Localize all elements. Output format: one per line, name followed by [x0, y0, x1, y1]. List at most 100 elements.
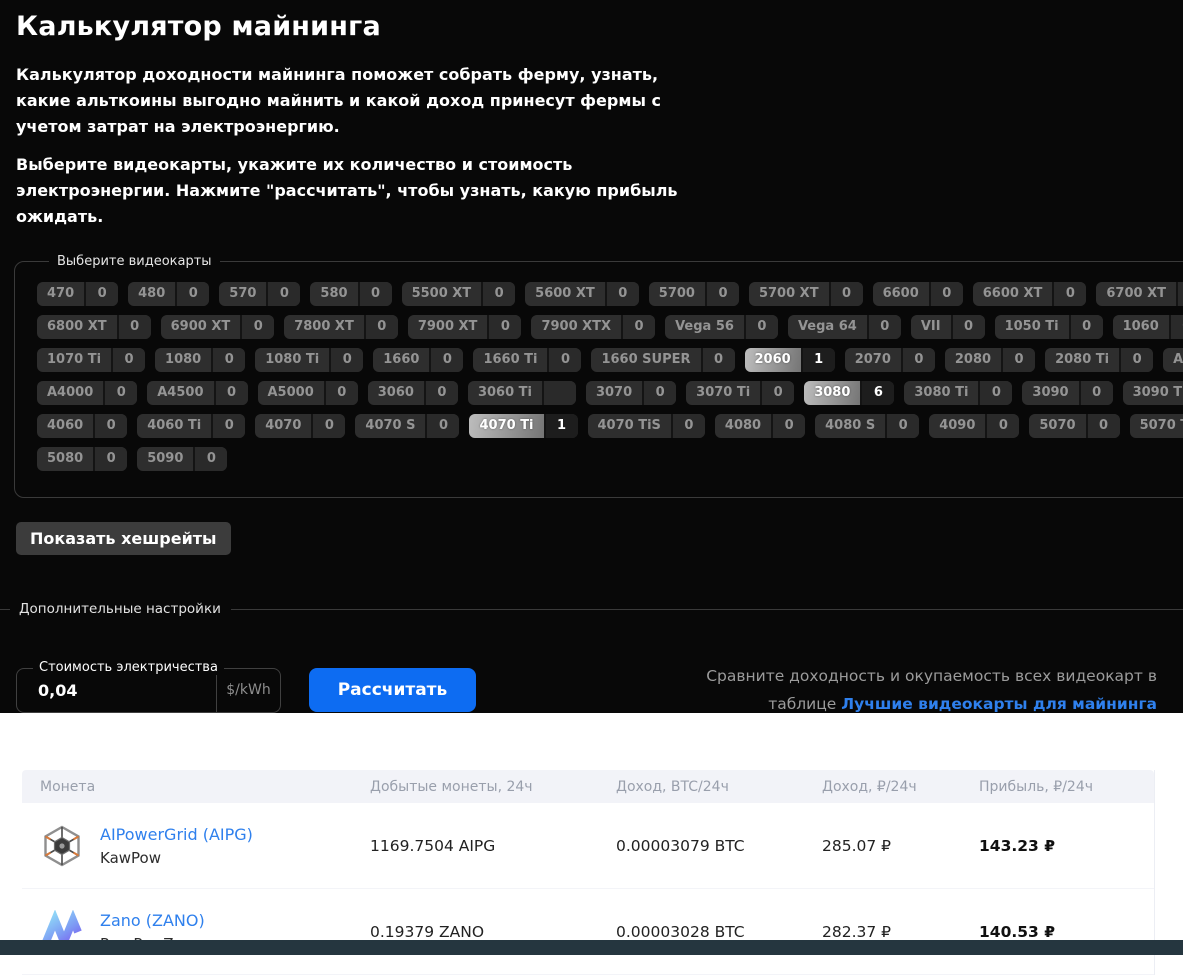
gpu-count-1080-ti[interactable]: 0 [329, 348, 363, 372]
gpu-count-6700-xt[interactable]: 0 [1176, 282, 1183, 306]
gpu-button-3080-ti[interactable]: 3080 Ti0 [904, 381, 1012, 405]
gpu-button-a5000[interactable]: A50000 [258, 381, 358, 405]
gpu-button-a4000[interactable]: A40000 [37, 381, 137, 405]
gpu-button-570[interactable]: 5700 [219, 282, 300, 306]
gpu-count-a4000[interactable]: 0 [103, 381, 137, 405]
gpu-label-3090[interactable]: 3090 [1022, 381, 1078, 405]
gpu-button-4070-s[interactable]: 4070 S0 [355, 414, 459, 438]
coin-link[interactable]: Zano (ZANO) [100, 911, 205, 930]
gpu-button-470[interactable]: 4700 [37, 282, 118, 306]
gpu-button-1660[interactable]: 16600 [373, 348, 463, 372]
gpu-button-6600-xt[interactable]: 6600 XT0 [973, 282, 1087, 306]
gpu-label-1660-super[interactable]: 1660 SUPER [591, 348, 700, 372]
gpu-label-7900-xt[interactable]: 7900 XT [408, 315, 488, 339]
gpu-button-2060[interactable]: 20601 [745, 348, 835, 372]
gpu-count-4070[interactable]: 0 [311, 414, 345, 438]
gpu-button-2080-ti[interactable]: 2080 Ti0 [1045, 348, 1153, 372]
gpu-count-7900-xtx[interactable]: 0 [621, 315, 655, 339]
gpu-label-3080-ti[interactable]: 3080 Ti [904, 381, 978, 405]
gpu-button-4080-s[interactable]: 4080 S0 [815, 414, 919, 438]
gpu-count-6600-xt[interactable]: 0 [1052, 282, 1086, 306]
gpu-label-6600-xt[interactable]: 6600 XT [973, 282, 1053, 306]
gpu-label-1660-ti[interactable]: 1660 Ti [473, 348, 547, 372]
gpu-count-4070-s[interactable]: 0 [425, 414, 459, 438]
gpu-label-5070[interactable]: 5070 [1029, 414, 1085, 438]
gpu-count-6600[interactable]: 0 [929, 282, 963, 306]
gpu-button-1060[interactable]: 10600 [1113, 315, 1183, 339]
gpu-count-5500-xt[interactable]: 0 [481, 282, 515, 306]
gpu-count-1070-ti[interactable]: 0 [111, 348, 145, 372]
gpu-count-1060[interactable]: 0 [1169, 315, 1183, 339]
gpu-label-4070-ti[interactable]: 4070 Ti [469, 414, 543, 438]
gpu-count-2060[interactable]: 1 [801, 348, 835, 372]
gpu-label-4070[interactable]: 4070 [255, 414, 311, 438]
gpu-count-2070[interactable]: 0 [901, 348, 935, 372]
gpu-count-6800-xt[interactable]: 0 [117, 315, 151, 339]
gpu-label-3060-ti[interactable]: 3060 Ti [468, 381, 542, 405]
gpu-button-6800-xt[interactable]: 6800 XT0 [37, 315, 151, 339]
gpu-label-1050-ti[interactable]: 1050 Ti [995, 315, 1069, 339]
gpu-label-4080[interactable]: 4080 [715, 414, 771, 438]
gpu-button-vega-56[interactable]: Vega 560 [665, 315, 778, 339]
gpu-count-vii[interactable]: 0 [951, 315, 985, 339]
gpu-button-6600[interactable]: 66000 [873, 282, 963, 306]
gpu-count-3090[interactable]: 0 [1079, 381, 1113, 405]
gpu-label-5700[interactable]: 5700 [649, 282, 705, 306]
gpu-count-3070[interactable]: 0 [642, 381, 676, 405]
gpu-label-1080-ti[interactable]: 1080 Ti [255, 348, 329, 372]
gpu-label-2080[interactable]: 2080 [945, 348, 1001, 372]
gpu-label-3060[interactable]: 3060 [368, 381, 424, 405]
gpu-button-5700-xt[interactable]: 5700 XT0 [749, 282, 863, 306]
gpu-button-480[interactable]: 4800 [128, 282, 209, 306]
gpu-button-3060-ti[interactable]: 3060 Ti [468, 381, 576, 405]
gpu-count-5700[interactable]: 0 [705, 282, 739, 306]
gpu-count-5600-xt[interactable]: 0 [605, 282, 639, 306]
gpu-count-7800-xt[interactable]: 0 [364, 315, 398, 339]
gpu-label-1660[interactable]: 1660 [373, 348, 429, 372]
gpu-label-2080-ti[interactable]: 2080 Ti [1045, 348, 1119, 372]
gpu-button-3080[interactable]: 30806 [804, 381, 894, 405]
gpu-label-5500-xt[interactable]: 5500 XT [402, 282, 482, 306]
gpu-count-570[interactable]: 0 [266, 282, 300, 306]
gpu-button-1070-ti[interactable]: 1070 Ti0 [37, 348, 145, 372]
gpu-label-2070[interactable]: 2070 [845, 348, 901, 372]
calculate-button[interactable]: Рассчитать [309, 668, 476, 712]
gpu-label-4070-s[interactable]: 4070 S [355, 414, 425, 438]
gpu-label-a4000[interactable]: A4000 [37, 381, 103, 405]
gpu-label-2060[interactable]: 2060 [745, 348, 801, 372]
gpu-label-a4500[interactable]: A4500 [147, 381, 213, 405]
gpu-label-6600[interactable]: 6600 [873, 282, 929, 306]
gpu-count-3060[interactable]: 0 [424, 381, 458, 405]
gpu-button-7800-xt[interactable]: 7800 XT0 [284, 315, 398, 339]
gpu-count-4070-tis[interactable]: 0 [671, 414, 705, 438]
gpu-button-1660-ti[interactable]: 1660 Ti0 [473, 348, 581, 372]
gpu-label-vega-56[interactable]: Vega 56 [665, 315, 744, 339]
gpu-button-a2000[interactable]: A20000 [1163, 348, 1183, 372]
gpu-button-5600-xt[interactable]: 5600 XT0 [525, 282, 639, 306]
gpu-button-1080-ti[interactable]: 1080 Ti0 [255, 348, 363, 372]
gpu-button-5500-xt[interactable]: 5500 XT0 [402, 282, 516, 306]
gpu-count-6900-xt[interactable]: 0 [240, 315, 274, 339]
gpu-button-580[interactable]: 5800 [310, 282, 391, 306]
gpu-label-4070-tis[interactable]: 4070 TiS [588, 414, 671, 438]
gpu-button-1660-super[interactable]: 1660 SUPER0 [591, 348, 734, 372]
gpu-label-4090[interactable]: 4090 [929, 414, 985, 438]
gpu-count-480[interactable]: 0 [175, 282, 209, 306]
gpu-label-480[interactable]: 480 [128, 282, 175, 306]
gpu-button-4070[interactable]: 40700 [255, 414, 345, 438]
gpu-count-4060-ti[interactable]: 0 [211, 414, 245, 438]
gpu-count-a5000[interactable]: 0 [324, 381, 358, 405]
gpu-button-5080[interactable]: 50800 [37, 447, 127, 471]
gpu-label-a5000[interactable]: A5000 [258, 381, 324, 405]
gpu-count-4080-s[interactable]: 0 [885, 414, 919, 438]
gpu-label-7800-xt[interactable]: 7800 XT [284, 315, 364, 339]
gpu-count-1660-ti[interactable]: 0 [547, 348, 581, 372]
best-gpus-link[interactable]: Лучшие видеокарты для майнинга [841, 695, 1157, 713]
gpu-label-1060[interactable]: 1060 [1113, 315, 1169, 339]
gpu-count-5700-xt[interactable]: 0 [829, 282, 863, 306]
gpu-label-5600-xt[interactable]: 5600 XT [525, 282, 605, 306]
gpu-count-3080-ti[interactable]: 0 [978, 381, 1012, 405]
gpu-button-vega-64[interactable]: Vega 640 [788, 315, 901, 339]
gpu-button-4080[interactable]: 40800 [715, 414, 805, 438]
gpu-count-7900-xt[interactable]: 0 [487, 315, 521, 339]
